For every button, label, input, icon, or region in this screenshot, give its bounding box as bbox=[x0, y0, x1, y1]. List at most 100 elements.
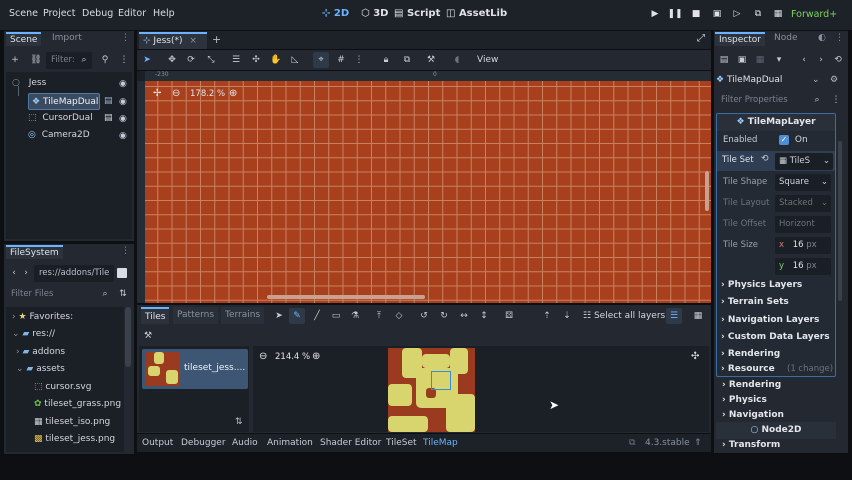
section-resource[interactable]: › Resource bbox=[721, 361, 775, 378]
script-attached-icon[interactable]: ▤ bbox=[104, 113, 113, 123]
move-tool-icon[interactable]: ✥ bbox=[164, 52, 180, 68]
distraction-free-icon[interactable]: ⤢ bbox=[697, 33, 705, 44]
add-node-icon[interactable]: + bbox=[7, 52, 23, 68]
scrollbar-vertical[interactable] bbox=[705, 171, 709, 211]
instance-scene-icon[interactable]: ⛓ bbox=[28, 52, 44, 68]
pivot-icon[interactable]: ✣ bbox=[248, 52, 264, 68]
workspace-3d-button[interactable]: ⬡ 3D bbox=[361, 8, 388, 19]
path-field[interactable]: res://addons/Tile bbox=[34, 265, 114, 282]
bone-icon[interactable]: ⚒ bbox=[423, 52, 439, 68]
tile-atlas-view[interactable]: ⊖ 214.4 % ⊕ ✣ ➤ bbox=[253, 346, 709, 432]
viewport-2d[interactable]: -230 0 ✢ ⊖ 178.2 % ⊕ bbox=[137, 71, 711, 303]
movie-maker-icon[interactable]: ▦ bbox=[770, 6, 786, 22]
center-view-icon[interactable]: ✣ bbox=[691, 351, 699, 362]
highlight-layer-icon[interactable]: ☰ bbox=[666, 308, 682, 324]
list-item[interactable]: tileset_jess.... bbox=[142, 349, 248, 389]
more-icon[interactable]: ⋮ bbox=[116, 52, 132, 68]
picker-tool-icon[interactable]: ⤒ bbox=[371, 308, 387, 324]
pause-icon[interactable]: ❚❚ bbox=[667, 6, 683, 22]
tab-scene[interactable]: Scene bbox=[6, 32, 42, 46]
visibility-eye-icon[interactable]: ◉ bbox=[119, 97, 127, 107]
select-tool-icon[interactable]: ➤ bbox=[139, 52, 155, 68]
list-item[interactable]: › ▰ addons bbox=[16, 344, 65, 361]
menu-scene[interactable]: Scene bbox=[9, 8, 38, 19]
eraser-tool-icon[interactable]: ◇ bbox=[391, 308, 407, 324]
zoom-move-icon[interactable]: ✢ bbox=[153, 88, 161, 99]
search-icon[interactable]: ⌕ bbox=[97, 286, 113, 302]
tile-layout-select[interactable]: Stacked ⌄ bbox=[775, 195, 831, 212]
tab-tileset[interactable]: TileSet bbox=[386, 438, 417, 448]
rotate-right-icon[interactable]: ↻ bbox=[436, 308, 452, 324]
list-item[interactable]: ⌄ ▰ assets bbox=[16, 361, 65, 378]
new-resource-icon[interactable]: ▤ bbox=[716, 52, 732, 68]
ruler-icon[interactable]: ◺ bbox=[287, 52, 303, 68]
visibility-eye-icon[interactable]: ◉ bbox=[119, 131, 127, 141]
tree-node-cursordual[interactable]: ⬚ CursorDual bbox=[28, 110, 116, 127]
section-transform[interactable]: › Transform bbox=[722, 437, 780, 454]
filter-files-input[interactable]: Filter Files bbox=[6, 286, 96, 303]
tab-tiles[interactable]: Tiles bbox=[141, 307, 170, 324]
flip-v-icon[interactable]: ↕ bbox=[476, 308, 492, 324]
play-custom-icon[interactable]: ⧉ bbox=[750, 6, 766, 22]
load-resource-icon[interactable]: ▣ bbox=[734, 52, 750, 68]
list-item[interactable]: ⌄ ▰ res:// bbox=[12, 326, 55, 343]
grid-icon[interactable]: # bbox=[333, 52, 349, 68]
group-icon[interactable]: ⧉ bbox=[399, 52, 415, 68]
search-icon[interactable]: ⌕ bbox=[809, 92, 825, 108]
tree-node-tilemapdual[interactable]: ❖ TileMapDual bbox=[28, 93, 100, 110]
scrollbar[interactable] bbox=[838, 141, 842, 301]
scale-tool-icon[interactable]: ⤡ bbox=[203, 52, 219, 68]
zoom-level[interactable]: 178.2 % bbox=[190, 89, 225, 99]
more-icon[interactable]: ⋮ bbox=[828, 92, 844, 108]
select-all-layers-button[interactable]: ☷ Select all layers bbox=[583, 311, 665, 321]
atlas-zoom-level[interactable]: 214.4 % bbox=[275, 352, 310, 362]
tab-filesystem[interactable]: FileSystem bbox=[6, 245, 63, 259]
menu-help[interactable]: Help bbox=[153, 8, 175, 19]
tab-audio[interactable]: Audio bbox=[232, 438, 258, 448]
tile-size-x-field[interactable]: x 16 px bbox=[775, 237, 831, 254]
zoom-in-icon[interactable]: ⊕ bbox=[312, 351, 320, 362]
tab-animation[interactable]: Animation bbox=[267, 438, 313, 448]
more-icon[interactable]: ⋮ bbox=[351, 52, 367, 68]
dock-menu-icon[interactable]: ⋮ bbox=[121, 33, 130, 43]
dock-menu-icon[interactable]: ◐ bbox=[818, 33, 826, 43]
zoom-in-icon[interactable]: ⊕ bbox=[229, 88, 237, 99]
history-back-icon[interactable]: ‹ bbox=[796, 52, 812, 68]
list-select-icon[interactable]: ☰ bbox=[228, 52, 244, 68]
history-forward-icon[interactable]: › bbox=[813, 52, 829, 68]
list-item[interactable]: ⬚ cursor.svg bbox=[34, 379, 91, 396]
sort-icon[interactable]: ⇅ bbox=[235, 417, 243, 427]
rect-tool-icon[interactable]: ▭ bbox=[328, 308, 344, 324]
revert-icon[interactable]: ⟲ bbox=[761, 154, 769, 164]
remote-debug-icon[interactable]: ▣ bbox=[709, 6, 725, 22]
tile-shape-select[interactable]: Square ⌄ bbox=[775, 174, 831, 191]
flip-h-icon[interactable]: ↔ bbox=[456, 308, 472, 324]
lock-icon[interactable]: 🔒︎ bbox=[378, 52, 394, 68]
split-mode-icon[interactable] bbox=[117, 268, 127, 278]
random-tile-icon[interactable]: ⚄ bbox=[501, 308, 517, 324]
tab-inspector[interactable]: Inspector bbox=[715, 32, 765, 46]
version-label[interactable]: 4.3.stable bbox=[645, 438, 690, 448]
rotate-tool-icon[interactable]: ⟳ bbox=[183, 52, 199, 68]
scrollbar[interactable] bbox=[125, 307, 131, 367]
workspace-script-button[interactable]: ▤ Script bbox=[394, 8, 440, 19]
tile-offset-select[interactable]: Horizont bbox=[775, 216, 831, 233]
tree-node-jess[interactable]: ○ Jess bbox=[12, 75, 130, 92]
list-item[interactable]: ✿ tileset_grass.png bbox=[34, 396, 121, 413]
list-item[interactable]: ▦ tileset_iso.png bbox=[34, 414, 110, 431]
save-resource-icon[interactable]: ▦ bbox=[752, 52, 768, 68]
attach-script-icon[interactable]: ⚲ bbox=[97, 52, 113, 68]
forward-arrow-icon[interactable]: › bbox=[18, 265, 34, 281]
select-tool-icon[interactable]: ➤ bbox=[271, 308, 287, 324]
tab-scene-jess[interactable]: ⊹ Jess(*) × bbox=[139, 32, 207, 49]
resource-menu-icon[interactable]: ▾ bbox=[771, 52, 787, 68]
rotate-left-icon[interactable]: ↺ bbox=[416, 308, 432, 324]
tab-patterns[interactable]: Patterns bbox=[173, 307, 219, 324]
workspace-assetlib-button[interactable]: ◫ AssetLib bbox=[446, 8, 507, 19]
bucket-tool-icon[interactable]: ⚗ bbox=[347, 308, 363, 324]
visibility-eye-icon[interactable]: ◉ bbox=[119, 114, 127, 124]
tree-node-camera2d[interactable]: ◎ Camera2D bbox=[28, 127, 116, 144]
layer-up-icon[interactable]: ⇡ bbox=[539, 308, 555, 324]
tab-node[interactable]: Node bbox=[770, 32, 802, 46]
panel-expand-icon[interactable]: ⇑ bbox=[694, 438, 702, 448]
